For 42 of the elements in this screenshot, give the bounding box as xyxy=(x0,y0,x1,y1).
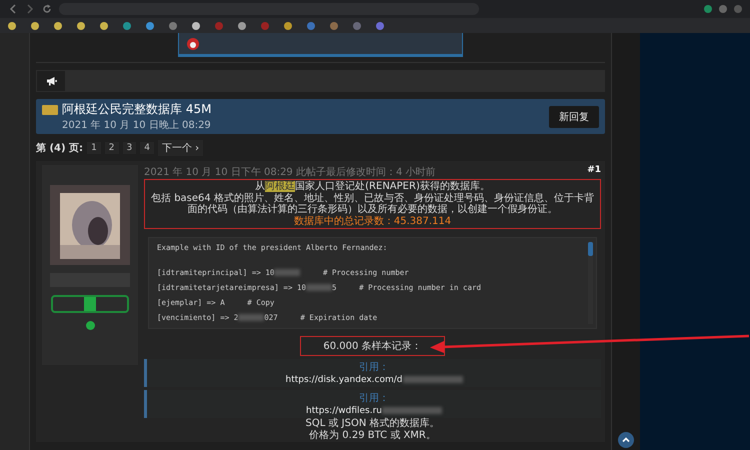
scroll-to-top-button[interactable] xyxy=(618,432,634,448)
quote-link[interactable]: https://disk.yandex.com/d xyxy=(285,375,463,385)
status-dot xyxy=(86,321,94,330)
bookmark-icon[interactable] xyxy=(54,22,62,30)
prefix-tag xyxy=(42,105,58,115)
page-link[interactable]: 2 xyxy=(104,142,119,154)
quote-label: 引用： xyxy=(359,392,389,405)
logo-icon xyxy=(187,38,199,50)
post-number: #1 xyxy=(587,165,601,177)
next-page-link[interactable]: 下一个 › xyxy=(158,140,204,156)
post-text: 价格为 0.29 BTC 或 XMR。 xyxy=(309,430,436,442)
back-icon[interactable] xyxy=(8,4,18,14)
quote-link[interactable]: https://wdfiles.ru xyxy=(306,406,442,416)
reply-button[interactable]: 新回复 xyxy=(549,106,599,128)
pagination-label: 第 (4) 页: xyxy=(36,142,84,155)
bookmark-icon[interactable] xyxy=(123,22,131,30)
bookmark-icon[interactable] xyxy=(284,22,292,30)
bookmark-icon[interactable] xyxy=(77,22,85,30)
page-link[interactable]: 4 xyxy=(140,142,154,154)
intro-text: 从阿根廷国家人口登记处(RENAPER)获得的数据库。 xyxy=(254,181,491,192)
bookmark-icon[interactable] xyxy=(100,22,108,30)
page-link[interactable]: 1 xyxy=(87,142,101,154)
post-meta: 2021 年 10 月 10 日下午 08:29 此帖子最后修改时间：4 小时前 xyxy=(144,166,436,179)
thread-title: 阿根廷公民完整数据库 45M xyxy=(62,101,212,118)
bookmark-icon[interactable] xyxy=(238,22,246,30)
quote-label: 引用： xyxy=(359,361,389,374)
reload-icon[interactable] xyxy=(42,4,52,14)
bookmark-icon[interactable] xyxy=(192,22,200,30)
post-text: SQL 或 JSON 格式的数据库。 xyxy=(306,418,440,430)
forward-icon[interactable] xyxy=(25,4,35,14)
description-text: 包括 base64 格式的照片、姓名、地址、性别、已故与否、身份证处理号码、身份证信息、位于卡背面的代码（由算法计算的三行条形码）以及所有必要的数据，以创建一个假身份证。 xyxy=(151,192,594,216)
page-link[interactable]: 3 xyxy=(122,142,136,154)
bookmark-icon[interactable] xyxy=(169,22,177,30)
bookmark-icon[interactable] xyxy=(146,22,154,30)
total-records: 数据库中的总记录数：45.387.114 xyxy=(292,216,452,227)
scrollbar-thumb[interactable] xyxy=(588,242,593,256)
bookmark-icon[interactable] xyxy=(376,22,384,30)
bookmark-icon[interactable] xyxy=(31,22,39,30)
thread-date: 2021 年 10 月 10 日晚上 08:29 xyxy=(62,118,212,132)
bookmark-icon[interactable] xyxy=(8,22,16,30)
megaphone-icon xyxy=(46,76,56,86)
sample-count-label: 60.000 条样本记录： xyxy=(300,336,445,356)
